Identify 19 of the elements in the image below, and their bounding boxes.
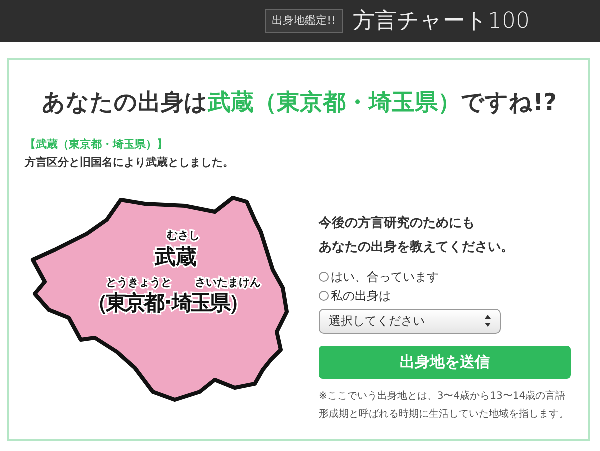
prefecture-select[interactable]: 選択してください [319, 308, 501, 334]
prefecture-names: （東京都･埼玉県） [87, 290, 248, 316]
spinner-icon [484, 314, 492, 328]
province-name: 武蔵 [155, 244, 197, 270]
prompt-text: あなたの出身を教えてください。 [319, 238, 515, 256]
reading-text: むさし [167, 228, 200, 244]
note-text: ※ここでいう出身地とは、3〜4歳から13〜14歳の言語形成期と呼ばれる時期に生活していた地域を指します。 [319, 390, 570, 422]
option-label[interactable]: はい、合っています [331, 268, 439, 286]
radio-button[interactable] [319, 291, 329, 301]
radio-button[interactable] [319, 272, 329, 282]
header-badge: 出身地鑑定!! [265, 8, 343, 34]
reading-text: さいたまけん [195, 274, 261, 290]
region-label: 【武蔵（東京都・埼玉県）】 [25, 136, 169, 152]
site-title: 方言チャート100 [353, 8, 530, 36]
option-label[interactable]: 私の出身は [331, 286, 391, 306]
result-heading: あなたの出身は武蔵（東京都・埼玉県）ですね!? [41, 89, 558, 118]
prompt-text: 今後の方言研究のためにも [319, 214, 476, 232]
explanation-text: 方言区分と旧国名により武蔵としました。 [25, 155, 235, 171]
reading-text: とうきょうと [106, 274, 172, 290]
